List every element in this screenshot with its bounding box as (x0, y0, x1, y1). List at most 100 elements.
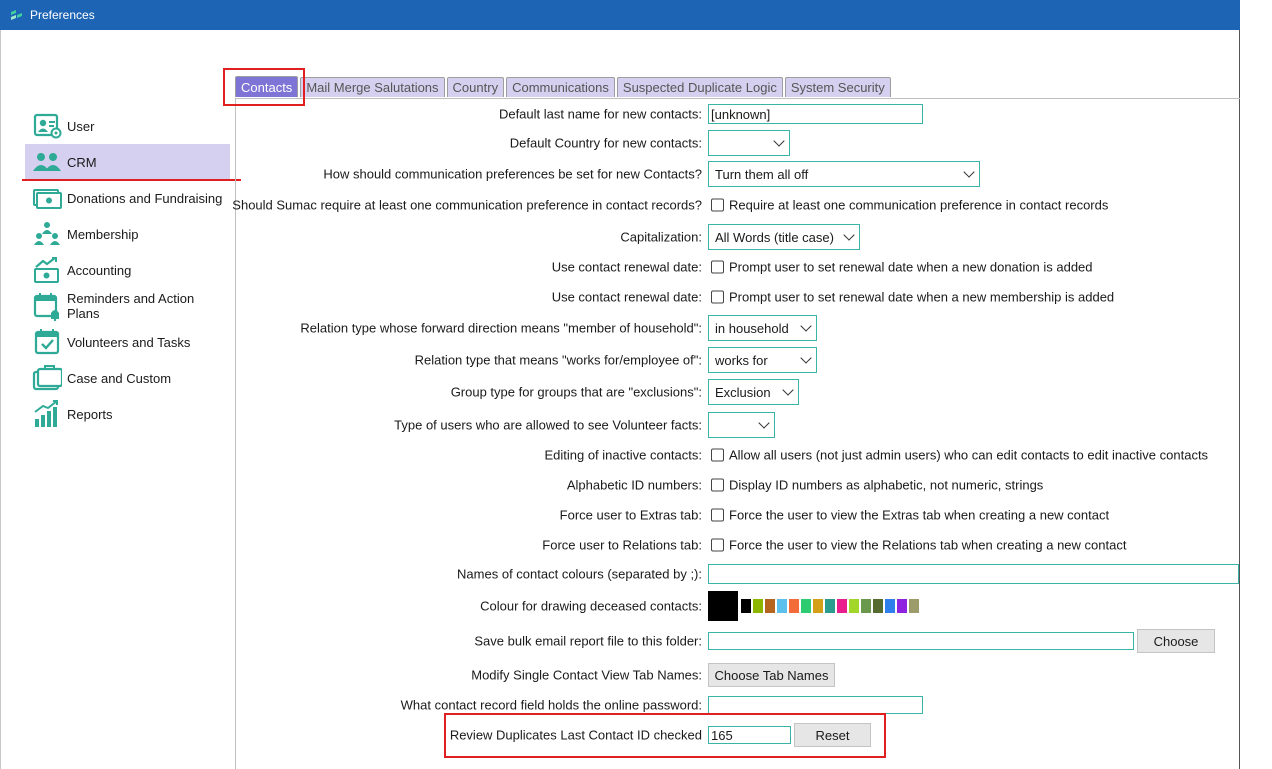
field-label: Use contact renewal date: (551, 289, 702, 305)
bar-chart-icon (34, 400, 58, 427)
tab-bar: Contacts Mail Merge Salutations Country … (235, 76, 893, 98)
row-colour-names: Names of contact colours (separated by ;… (236, 562, 1240, 586)
sidebar-item-label: CRM (67, 154, 97, 170)
tab-country[interactable]: Country (446, 77, 505, 97)
tab-contacts[interactable]: Contacts (235, 76, 299, 97)
colour-swatch[interactable] (873, 599, 883, 613)
colour-swatch[interactable] (813, 599, 823, 613)
row-require-comm: Should Sumac require at least one commun… (232, 193, 1240, 217)
choose-folder-button[interactable]: Choose (1137, 629, 1215, 653)
field-label: Default last name for new contacts: (498, 106, 702, 122)
household-relation-select[interactable]: in household (708, 315, 817, 341)
relations-tab-checkbox[interactable] (711, 538, 724, 552)
comm-prefs-select[interactable]: Turn them all off (708, 161, 980, 187)
chevron-down-icon (773, 135, 785, 147)
sidebar-item-accounting[interactable]: Accounting (25, 252, 230, 288)
membership-icon (34, 222, 60, 245)
sidebar-item-label: Reports (67, 406, 113, 422)
colour-swatch[interactable] (741, 599, 751, 613)
colour-swatch[interactable] (765, 599, 775, 613)
renewal-donation-checkbox[interactable] (711, 260, 724, 274)
colour-swatch[interactable] (777, 599, 787, 613)
sidebar-item-label: Volunteers and Tasks (67, 334, 191, 350)
calendar-bell-icon (33, 293, 59, 321)
sidebar-item-label: Case and Custom (67, 370, 172, 386)
checkbox-label: Force the user to view the Relations tab… (729, 537, 1127, 553)
colour-swatch[interactable] (849, 599, 859, 613)
briefcase-icon (32, 365, 62, 391)
sidebar-item-user[interactable]: User (25, 108, 230, 144)
colour-swatch[interactable] (789, 599, 799, 613)
review-duplicates-id-input[interactable]: 165 (708, 726, 791, 744)
works-for-relation-select[interactable]: works for (708, 347, 817, 373)
row-online-password: What contact record field holds the onli… (236, 693, 1240, 717)
colour-swatch[interactable] (885, 599, 895, 613)
renewal-membership-checkbox[interactable] (711, 290, 724, 304)
default-country-select[interactable] (708, 130, 790, 156)
colour-swatch[interactable] (753, 599, 763, 613)
money-icon (33, 189, 62, 209)
colour-swatch[interactable] (837, 599, 847, 613)
volunteer-facts-select[interactable] (708, 412, 775, 438)
select-value: works for (715, 352, 768, 368)
sidebar-item-volunteers[interactable]: Volunteers and Tasks (25, 324, 230, 360)
field-label: What contact record field holds the onli… (400, 697, 702, 713)
extras-tab-checkbox[interactable] (711, 508, 724, 522)
field-label: Modify Single Contact View Tab Names: (471, 667, 702, 683)
sidebar-item-donations[interactable]: Donations and Fundraising (25, 180, 230, 216)
sidebar-item-reminders[interactable]: Reminders and Action Plans (25, 288, 230, 324)
field-label: Force user to Extras tab: (559, 507, 702, 523)
sidebar-item-label: Membership (67, 226, 139, 242)
user-card-icon (33, 113, 62, 139)
colour-names-input[interactable] (708, 564, 1239, 584)
alpha-id-checkbox[interactable] (711, 478, 724, 492)
bulk-email-folder-input[interactable] (708, 632, 1134, 650)
sidebar-item-case-custom[interactable]: Case and Custom (25, 360, 230, 396)
online-password-input[interactable] (708, 696, 923, 714)
checkbox-label: Force the user to view the Extras tab wh… (729, 507, 1110, 523)
colour-swatch[interactable] (909, 599, 919, 613)
row-extras-tab: Force user to Extras tab: Force the user… (236, 503, 1240, 527)
sidebar-item-label: Donations and Fundraising (67, 190, 223, 206)
calendar-check-icon (34, 329, 60, 355)
tab-communications[interactable]: Communications (506, 77, 615, 97)
tab-system-security[interactable]: System Security (784, 77, 891, 97)
colour-swatch[interactable] (897, 599, 907, 613)
row-default-last-name: Default last name for new contacts: [unk… (236, 102, 1240, 126)
inactive-contacts-checkbox[interactable] (711, 448, 724, 462)
row-review-duplicates: Review Duplicates Last Contact ID checke… (236, 722, 1240, 748)
field-label: Default Country for new contacts: (509, 135, 702, 151)
sidebar-item-label: User (67, 118, 95, 134)
selected-colour-swatch[interactable] (708, 591, 738, 621)
crm-underline-annotation (22, 179, 241, 181)
sidebar-item-membership[interactable]: Membership (25, 216, 230, 252)
field-label: Group type for groups that are "exclusio… (450, 384, 702, 400)
window-border-left (0, 30, 1, 769)
capitalization-select[interactable]: All Words (title case) (708, 224, 860, 250)
field-label: Force user to Relations tab: (542, 537, 702, 553)
tab-mail-merge-salutations[interactable]: Mail Merge Salutations (300, 77, 445, 97)
choose-tab-names-button[interactable]: Choose Tab Names (708, 663, 835, 687)
field-label: Use contact renewal date: (551, 259, 702, 275)
require-comm-checkbox[interactable] (711, 198, 724, 212)
field-label: How should communication preferences be … (323, 166, 702, 182)
sidebar: User CRM Donations and Fundraising Membe… (25, 108, 230, 432)
checkbox-label: Require at least one communication prefe… (729, 197, 1109, 213)
colour-swatch[interactable] (801, 599, 811, 613)
colour-swatch[interactable] (861, 599, 871, 613)
sidebar-item-reports[interactable]: Reports (25, 396, 230, 432)
field-label: Alphabetic ID numbers: (566, 477, 702, 493)
sidebar-item-label: Accounting (67, 262, 132, 278)
row-tab-names: Modify Single Contact View Tab Names: Ch… (236, 662, 1240, 688)
deceased-colour-picker (708, 591, 921, 621)
reset-button[interactable]: Reset (794, 723, 871, 747)
colour-swatch[interactable] (825, 599, 835, 613)
row-household: Relation type whose forward direction me… (236, 315, 1240, 341)
sidebar-item-crm[interactable]: CRM (25, 144, 230, 180)
tab-suspected-duplicate-logic[interactable]: Suspected Duplicate Logic (616, 77, 783, 97)
field-label: Type of users who are allowed to see Vol… (394, 417, 702, 433)
exclusions-group-select[interactable]: Exclusion (708, 379, 799, 405)
chevron-down-icon (758, 417, 770, 429)
default-last-name-input[interactable]: [unknown] (708, 104, 923, 124)
sidebar-item-label: Reminders and Action Plans (67, 291, 195, 321)
